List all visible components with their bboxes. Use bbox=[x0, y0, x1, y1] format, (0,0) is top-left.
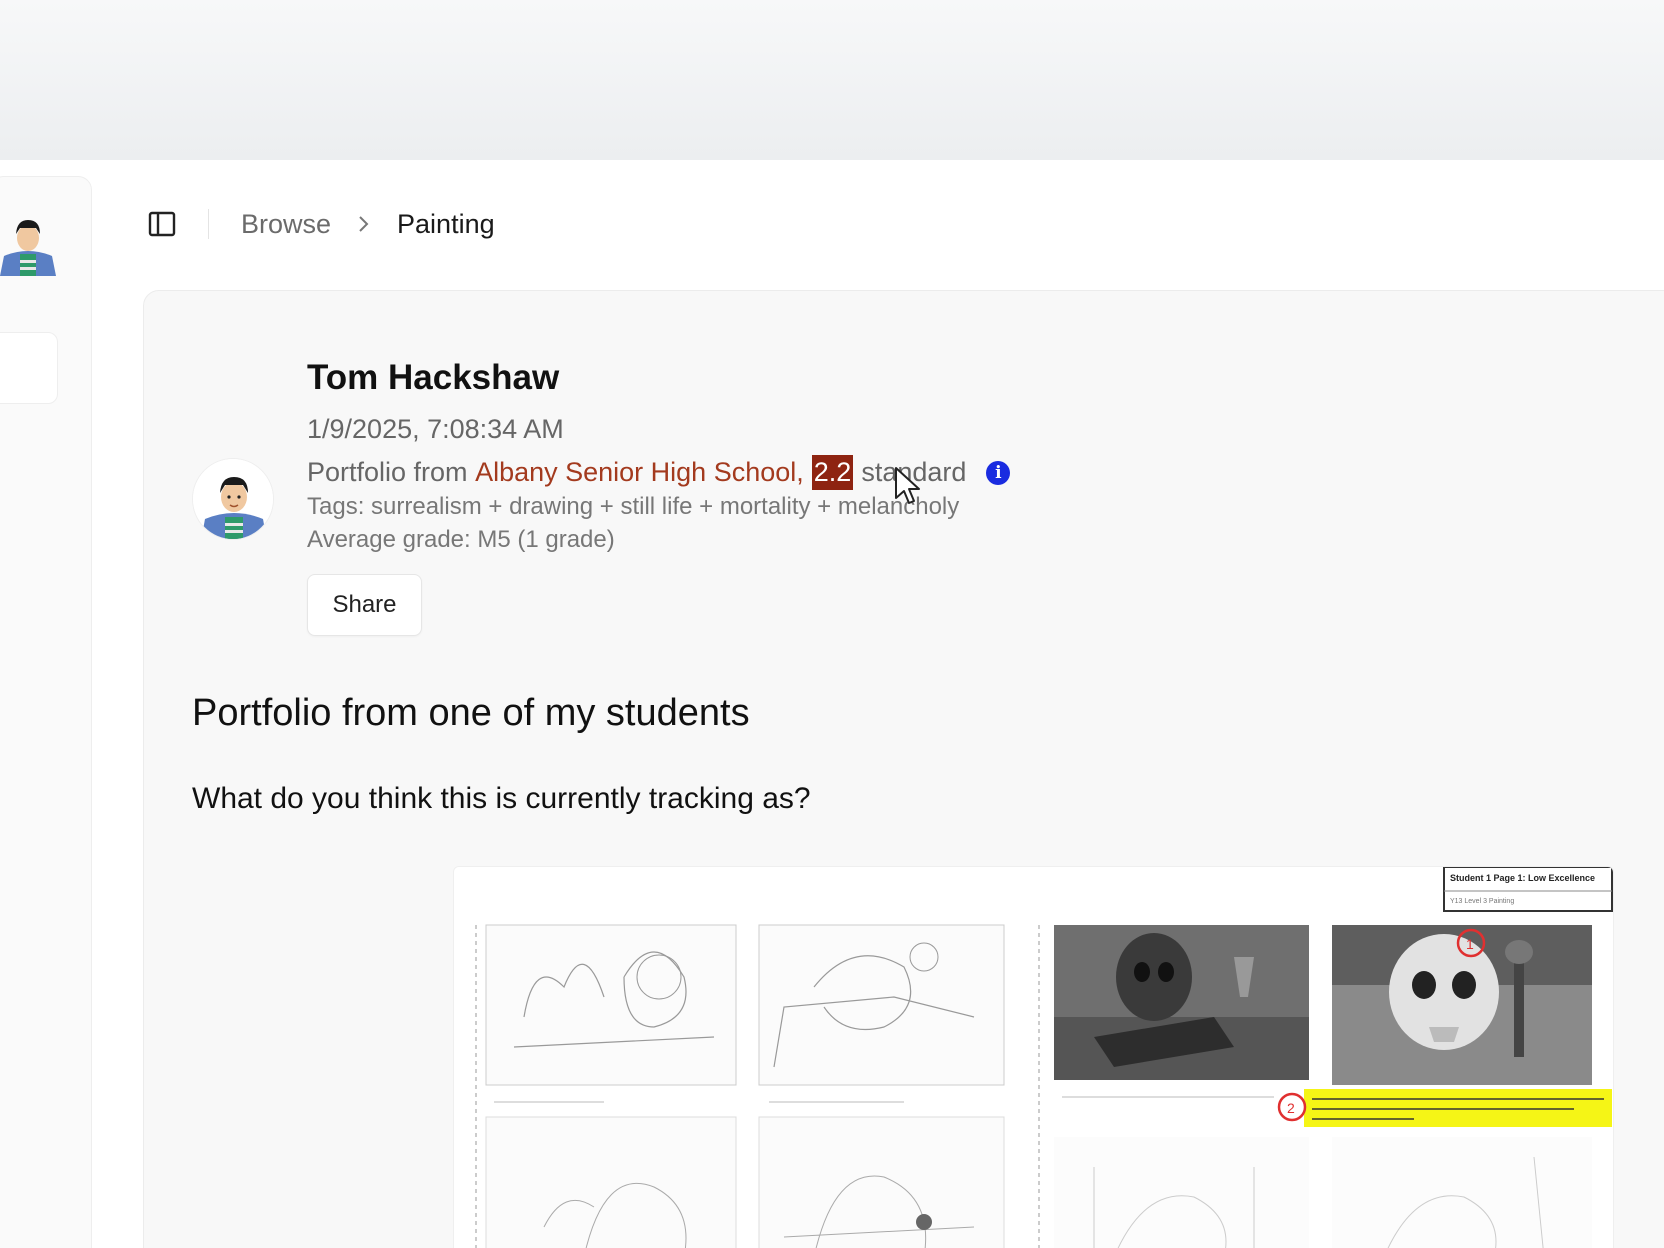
breadcrumb-painting: Painting bbox=[397, 208, 495, 239]
sheet-header-line2: Y13 Level 3 Painting bbox=[1450, 898, 1514, 905]
svg-text:2: 2 bbox=[1287, 1100, 1295, 1116]
sketch-panel bbox=[1054, 1137, 1309, 1248]
page-header: Browse Painting bbox=[146, 204, 495, 244]
user-avatar[interactable] bbox=[0, 212, 56, 276]
portfolio-image[interactable]: Student 1 Page 1: Low Excellence Y13 Lev… bbox=[453, 866, 1614, 1248]
post-body: What do you think this is currently trac… bbox=[192, 782, 811, 815]
post-tags: Tags: surrealism + drawing + still life … bbox=[307, 493, 960, 520]
author-name[interactable]: Tom Hackshaw bbox=[307, 358, 559, 398]
origin-prefix: Portfolio from bbox=[307, 457, 476, 487]
breadcrumb-browse[interactable]: Browse bbox=[241, 209, 331, 240]
mouse-pointer-icon bbox=[894, 466, 924, 506]
school-link[interactable]: Albany Senior High School, bbox=[475, 457, 804, 488]
sketch-panel bbox=[485, 1116, 737, 1248]
breadcrumb: Browse Painting bbox=[241, 209, 495, 240]
post-title: Portfolio from one of my students bbox=[192, 692, 750, 734]
svg-text:1: 1 bbox=[1466, 936, 1474, 952]
post-timestamp: 1/9/2025, 7:08:34 AM bbox=[307, 414, 564, 444]
info-icon[interactable]: i bbox=[986, 460, 1011, 485]
annotation-highlight: 2 bbox=[1277, 1089, 1612, 1127]
sketch-panel bbox=[758, 924, 1005, 1103]
browser-top-bar bbox=[0, 0, 1664, 160]
tonal-study-panel bbox=[1054, 925, 1309, 1098]
chevron-right-icon bbox=[357, 214, 371, 234]
tonal-study-panel: 1 bbox=[1332, 925, 1592, 1085]
sidebar-nav-item[interactable] bbox=[0, 332, 58, 404]
standard-value: 2.2 bbox=[811, 455, 854, 490]
sketch-panel bbox=[1332, 1137, 1592, 1248]
average-grade: Average grade: M5 (1 grade) bbox=[307, 526, 615, 553]
sidebar-toggle-icon[interactable] bbox=[146, 208, 178, 240]
sheet-header-line1: Student 1 Page 1: Low Excellence bbox=[1450, 873, 1595, 883]
sketch-panel bbox=[758, 1116, 1005, 1248]
sketch-panel bbox=[485, 924, 737, 1103]
header-divider bbox=[208, 209, 209, 239]
author-avatar[interactable] bbox=[192, 458, 274, 540]
share-button[interactable]: Share bbox=[307, 574, 422, 636]
